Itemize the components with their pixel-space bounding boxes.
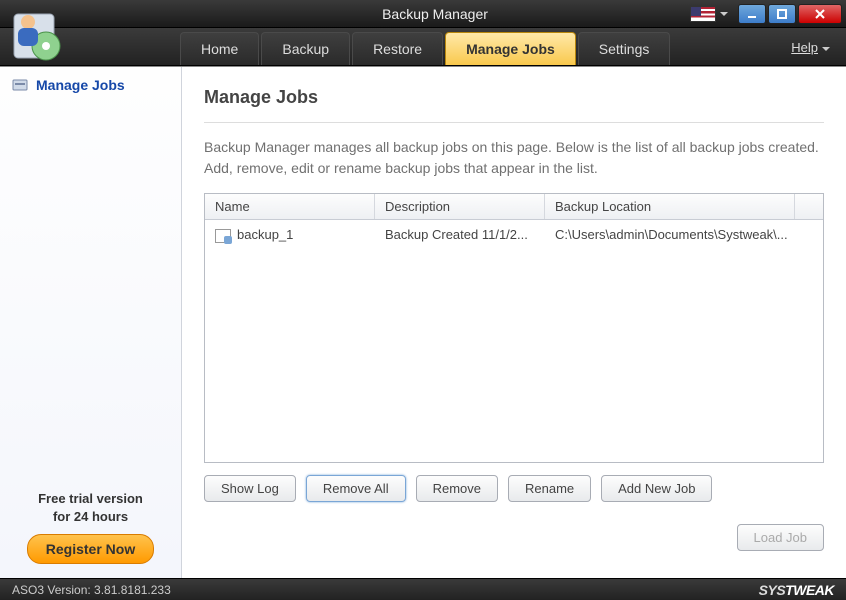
cell-description: Backup Created 11/1/2... (375, 225, 545, 245)
tab-restore[interactable]: Restore (352, 32, 443, 65)
help-menu[interactable]: Help (791, 40, 830, 55)
maximize-button[interactable] (768, 4, 796, 24)
close-button[interactable] (798, 4, 842, 24)
load-job-button[interactable]: Load Job (737, 524, 825, 551)
col-header-spacer (795, 194, 823, 219)
sidebar: Manage Jobs Free trial version for 24 ho… (0, 67, 182, 578)
manage-jobs-icon (12, 77, 28, 93)
tab-backup[interactable]: Backup (261, 32, 350, 65)
main-toolbar: Home Backup Restore Manage Jobs Settings… (0, 28, 846, 66)
sidebar-item-label: Manage Jobs (36, 77, 125, 93)
divider (204, 122, 824, 123)
cell-name: backup_1 (237, 227, 293, 242)
tab-settings[interactable]: Settings (578, 32, 671, 65)
tab-manage-jobs[interactable]: Manage Jobs (445, 32, 576, 65)
trial-line2: for 24 hours (8, 508, 173, 526)
col-header-location[interactable]: Backup Location (545, 194, 795, 219)
table-header: Name Description Backup Location (205, 194, 823, 220)
backup-file-icon (215, 229, 231, 243)
chevron-down-icon (822, 47, 830, 51)
action-button-row: Show Log Remove All Remove Rename Add Ne… (204, 475, 824, 502)
table-row[interactable]: backup_1 Backup Created 11/1/2... C:\Use… (205, 220, 823, 250)
content-area: Manage Jobs Backup Manager manages all b… (182, 67, 846, 578)
minimize-button[interactable] (738, 4, 766, 24)
add-new-job-button[interactable]: Add New Job (601, 475, 712, 502)
tab-home[interactable]: Home (180, 32, 259, 65)
window-title: Backup Manager (180, 6, 690, 22)
title-bar: Backup Manager (0, 0, 846, 28)
remove-button[interactable]: Remove (416, 475, 498, 502)
col-header-name[interactable]: Name (205, 194, 375, 219)
page-description: Backup Manager manages all backup jobs o… (204, 137, 824, 179)
rename-button[interactable]: Rename (508, 475, 591, 502)
sidebar-item-manage-jobs[interactable]: Manage Jobs (0, 67, 181, 103)
page-heading: Manage Jobs (204, 87, 824, 108)
help-label: Help (791, 40, 818, 55)
remove-all-button[interactable]: Remove All (306, 475, 406, 502)
jobs-table: Name Description Backup Location backup_… (204, 193, 824, 463)
register-now-button[interactable]: Register Now (27, 534, 154, 564)
status-bar: ASO3 Version: 3.81.8181.233 SYSTWEAK (0, 578, 846, 600)
trial-text: Free trial version for 24 hours (8, 490, 173, 526)
app-logo-icon (8, 8, 72, 64)
language-flag-icon[interactable] (690, 6, 716, 22)
language-dropdown-arrow-icon[interactable] (720, 12, 728, 16)
trial-line1: Free trial version (8, 490, 173, 508)
version-text: ASO3 Version: 3.81.8181.233 (12, 583, 171, 597)
col-header-description[interactable]: Description (375, 194, 545, 219)
show-log-button[interactable]: Show Log (204, 475, 296, 502)
brand-logo: SYSTWEAK (759, 582, 834, 598)
cell-location: C:\Users\admin\Documents\Systweak\... (545, 225, 823, 245)
